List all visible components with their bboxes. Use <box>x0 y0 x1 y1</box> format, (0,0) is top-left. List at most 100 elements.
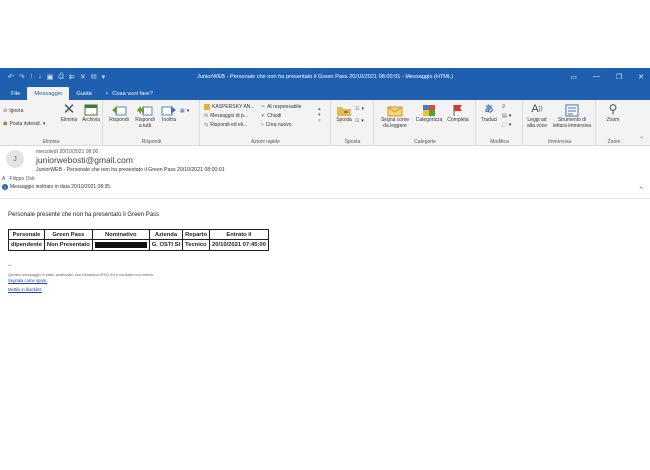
lettura-immersiva-button[interactable]: Strumento di lettura immersiva <box>550 103 594 129</box>
actions-button[interactable]: ⊡ ▾ <box>355 118 364 124</box>
close-icon[interactable]: ✕ <box>638 73 644 81</box>
posta-indesiderata-button[interactable]: ☗ Posta indesid. ▾ <box>3 121 45 127</box>
col-reparto: Reparto <box>182 229 211 240</box>
to-label: A <box>2 176 6 182</box>
mail-icon[interactable]: ✉ <box>91 73 97 81</box>
quick-step-crea-nuovo[interactable]: ϟ Crea nuovo <box>261 122 292 128</box>
recipient-name[interactable]: Filippo Osti <box>10 176 35 182</box>
save-icon[interactable]: ▣ <box>47 73 54 81</box>
blacklist-link[interactable]: Mettilo in blacklist. <box>8 287 42 292</box>
tab-guida[interactable]: Guida <box>69 87 98 100</box>
junk-icon: ☗ <box>3 121 8 127</box>
minimize-icon[interactable]: — <box>593 73 600 80</box>
more-respond-button[interactable]: ▦ ▾ <box>180 108 189 114</box>
categorize-icon <box>421 103 437 117</box>
quick-access-toolbar: ↶ ↷ ↑ ↓ ▣ ⎙ ⇇ ✕ ✉ ▾ <box>0 73 105 81</box>
tell-me-label: Cosa vuoi fare? <box>112 90 153 97</box>
move-folder-icon <box>336 103 352 117</box>
ribbon-group-sposta: Sposta ☷ ▾ ⊡ ▾ Sposta <box>332 100 374 146</box>
cell-entrato-il: 20/10/2021 07:45:00 <box>209 239 269 251</box>
info-icon: i <box>2 184 8 190</box>
select-button[interactable]: ⬚ ▾ <box>502 122 511 128</box>
col-green-pass: Green Pass <box>43 229 93 240</box>
tab-messaggio[interactable]: Messaggio <box>27 87 70 100</box>
header-divider <box>0 198 650 199</box>
ribbon-display-icon[interactable]: ▭ <box>570 73 577 81</box>
actions-icon: ⊡ <box>355 118 360 124</box>
rules-button[interactable]: ☷ ▾ <box>355 106 364 112</box>
quick-steps-scroll[interactable]: ▴ ▾ ▿ <box>318 106 321 124</box>
quick-step-chiudi[interactable]: ✔ Chiudi <box>261 113 281 119</box>
title-bar: ↶ ↷ ↑ ↓ ▣ ⎙ ⇇ ✕ ✉ ▾ JuniorWEB - Personal… <box>0 68 650 85</box>
reply-delete-icon: ⇆ <box>204 122 209 128</box>
cell-green-pass: Non Presentato <box>43 239 93 251</box>
body-intro: Personale presente che non ha presentato… <box>8 212 160 218</box>
forward-manager-icon: ⇨ <box>261 104 266 110</box>
sender-address[interactable]: juniorwebosti@gmail.com <box>36 155 133 165</box>
reply-all-icon <box>137 103 153 117</box>
group-label-categorie: Categorie <box>414 139 436 145</box>
tell-me-search[interactable]: ♀ Cosa vuoi fare? <box>99 87 153 100</box>
sposta-button[interactable]: Sposta <box>334 103 354 124</box>
recipient-line: A Filippo Osti <box>2 176 35 182</box>
select-icon: ⬚ <box>502 122 507 128</box>
report-spam-link[interactable]: Segnala come spam. <box>8 278 47 283</box>
leggi-ad-alta-voce-button[interactable]: A)) Leggi ad alta voce <box>525 103 549 129</box>
archivia-button[interactable]: Archivia <box>80 103 102 124</box>
chevron-down-icon: ▾ <box>361 106 364 112</box>
quick-step-responsabile[interactable]: ⇨ Al responsabile <box>261 104 301 110</box>
ribbon-group-zoom: ⚲ Zoom Zoom <box>597 100 631 146</box>
undo-icon[interactable]: ↶ <box>8 73 14 81</box>
group-label-sposta: Sposta <box>344 139 361 145</box>
collapse-header-icon[interactable]: ⌃ <box>638 186 644 194</box>
forwarded-info-bar: i Messaggio inoltrato in data 20/10/2021… <box>2 184 111 190</box>
envelope-icon: ✉ <box>204 113 209 119</box>
restore-icon[interactable]: ❐ <box>616 73 622 81</box>
delete-x-icon: ✕ <box>62 101 76 119</box>
traduci-button[interactable]: あ Traduci <box>478 103 500 124</box>
rispondi-a-tutti-button[interactable]: Rispondi a tutti <box>132 103 158 129</box>
down-arrow-icon[interactable]: ↓ <box>38 73 42 80</box>
redo-icon[interactable]: ↷ <box>19 73 25 81</box>
quick-step-kaspersky[interactable]: KASPERSKY AN... <box>204 104 254 110</box>
inoltra-button[interactable]: Inoltra <box>159 103 179 124</box>
table-header-row: Personale Green Pass Nominativo Azienda … <box>8 229 269 240</box>
forward-icon <box>161 103 177 117</box>
desktop-background <box>0 0 650 68</box>
ignore-icon: ⊘ <box>3 108 8 114</box>
quick-step-rispondi-elimina[interactable]: ⇆ Rispondi ed eli... <box>204 122 247 128</box>
cell-reparto: Tecnico <box>182 239 211 251</box>
zoom-button[interactable]: ⚲ Zoom <box>601 103 625 124</box>
lightbulb-icon: ♀ <box>104 90 110 97</box>
segna-come-da-leggere-button[interactable]: Segna come da leggere <box>377 103 413 129</box>
delete-icon[interactable]: ✕ <box>80 73 86 81</box>
completa-button[interactable]: Completa <box>445 103 471 124</box>
related-button[interactable]: ▤ ▾ <box>502 113 511 119</box>
tab-file[interactable]: File <box>4 87 27 100</box>
chevron-down-icon: ▾ <box>508 113 512 119</box>
chevron-down-icon: ▾ <box>361 118 364 124</box>
categorizza-button[interactable]: Categorizza <box>413 103 445 124</box>
translate-icon: あ <box>484 104 494 115</box>
reply-all-icon[interactable]: ⇇ <box>69 73 75 81</box>
quick-step-messaggio[interactable]: ✉ Messaggio di p... <box>204 113 248 119</box>
collapse-ribbon-icon[interactable]: ⌃ <box>639 136 644 143</box>
print-icon[interactable]: ⎙ <box>58 73 64 81</box>
green-pass-table: Personale Green Pass Nominativo Azienda … <box>8 229 269 251</box>
rispondi-button[interactable]: Rispondi <box>107 103 131 124</box>
immersive-reader-icon <box>564 103 580 117</box>
customize-qat-icon[interactable]: ▾ <box>102 73 106 81</box>
window-controls: ▭ — ❐ ✕ <box>570 68 644 85</box>
message-header: J mercoledì 20/10/2021 08:00 juniorwebos… <box>0 146 650 199</box>
up-arrow-icon[interactable]: ↑ <box>30 73 34 80</box>
cell-azienda: G. OSTI SI <box>148 239 184 251</box>
message-subject: JuniorWEB - Personale che non ha present… <box>36 167 225 173</box>
find-button[interactable]: ⚲ <box>502 104 506 110</box>
ignora-button[interactable]: ⊘ Ignora <box>3 108 23 114</box>
ribbon-group-immersiva: A)) Leggi ad alta voce Strumento di lett… <box>524 100 596 146</box>
ribbon-group-categorie: Segna come da leggere Categorizza Comple… <box>375 100 476 146</box>
elimina-button[interactable]: ✕ Elimina <box>58 101 80 124</box>
avatar[interactable]: J <box>6 150 24 168</box>
group-label-azioni-rapide: Azioni rapide <box>251 139 280 145</box>
cell-nominativo <box>91 239 150 251</box>
